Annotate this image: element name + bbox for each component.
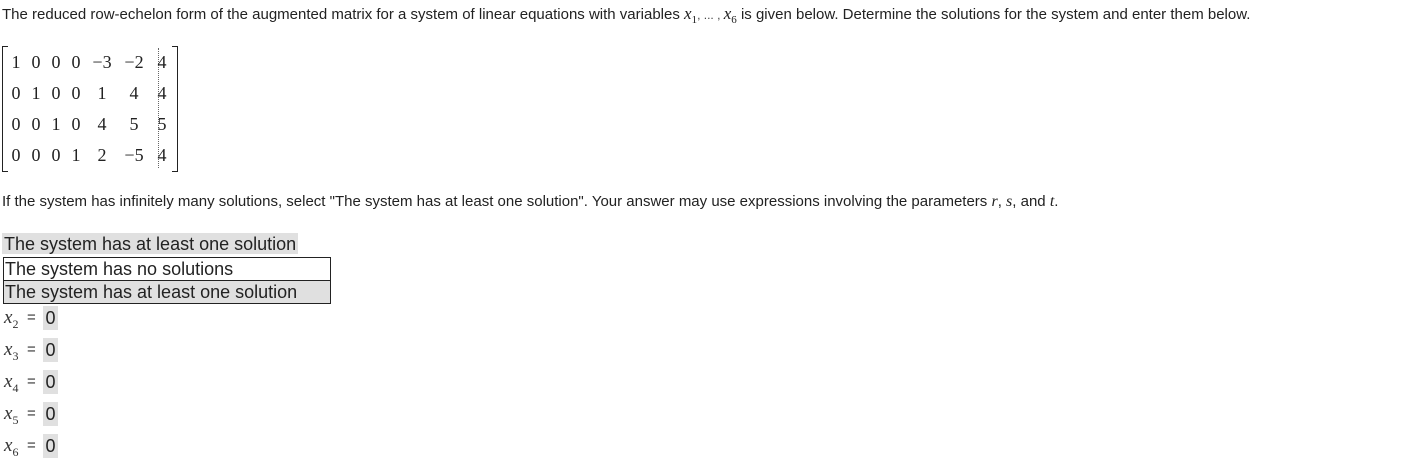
instructions: If the system has infinitely many soluti… (2, 193, 1058, 211)
variable-x1: x1 (684, 4, 698, 26)
matrix-cell: 4 (97, 114, 107, 134)
equals-sign: = (27, 341, 36, 358)
matrix-augmented-cell: 4 (157, 52, 167, 72)
matrix-augmented-cell: 4 (157, 145, 167, 165)
x2-input[interactable]: 0 (43, 306, 58, 330)
matrix-cell: 0 (51, 83, 61, 103)
matrix-cell: −5 (124, 145, 144, 165)
matrix-cell: 0 (11, 114, 21, 134)
matrix-cell: 0 (51, 145, 61, 165)
x6-input[interactable]: 0 (43, 434, 58, 458)
matrix-cell: 1 (51, 114, 61, 134)
augmented-matrix: 1 0 0 0 −3 −2 4 0 1 0 0 1 4 4 0 0 1 0 4 5 5 0 0 0 1 2 −5 4 (2, 46, 180, 172)
matrix-row: 0 0 0 1 2 −5 4 (2, 141, 178, 172)
matrix-augmented-cell: 4 (157, 83, 167, 103)
solution-type-select[interactable]: The system has at least one solution (2, 233, 299, 254)
matrix-cell: 0 (11, 83, 21, 103)
matrix-augmented-cell: 5 (157, 114, 167, 134)
prompt-text-start: The reduced row-echelon form of the augm… (2, 6, 685, 23)
question-prompt: The reduced row-echelon form of the augm… (2, 4, 1251, 26)
prompt-text-end: is given below. Determine the solutions … (736, 6, 1251, 23)
variable-label: x5 (4, 403, 19, 427)
equals-sign: = (27, 405, 36, 422)
prompt-ellipsis: , ... , (697, 8, 724, 22)
equals-sign: = (27, 437, 36, 454)
equals-sign: = (27, 373, 36, 390)
matrix-cell: 1 (97, 83, 107, 103)
matrix-row: 1 0 0 0 −3 −2 4 (2, 48, 178, 79)
x5-input[interactable]: 0 (43, 402, 58, 426)
variable-label: x2 (4, 307, 19, 331)
matrix-cell: 0 (71, 114, 81, 134)
matrix-cell: 2 (97, 145, 107, 165)
x4-input[interactable]: 0 (43, 370, 58, 394)
matrix-cell: 1 (31, 83, 41, 103)
instructions-text: If the system has infinitely many soluti… (2, 193, 992, 210)
matrix-cell: 0 (31, 145, 41, 165)
option-no-solutions[interactable]: The system has no solutions (4, 258, 330, 280)
matrix-cell: 0 (31, 114, 41, 134)
equals-sign: = (27, 309, 36, 326)
matrix-cell: 0 (11, 145, 21, 165)
matrix-cell: 1 (71, 145, 81, 165)
matrix-cell: 0 (71, 52, 81, 72)
matrix-row: 0010455 (2, 110, 178, 141)
matrix-cell: −3 (92, 52, 112, 72)
matrix-cell: 1 (11, 52, 21, 72)
matrix-cell: 0 (71, 83, 81, 103)
x3-input[interactable]: 0 (43, 338, 58, 362)
matrix-cell: 5 (129, 114, 139, 134)
variable-label: x3 (4, 339, 19, 363)
variable-label: x4 (4, 371, 19, 395)
option-at-least-one-solution[interactable]: The system has at least one solution (4, 280, 330, 303)
matrix-cell: 0 (31, 52, 41, 72)
variable-label: x6 (4, 435, 19, 459)
matrix-cell: −2 (124, 52, 144, 72)
instructions-end: . (1054, 193, 1059, 210)
instructions-sep-1: , (997, 193, 1007, 210)
instructions-sep-2: , and (1012, 193, 1050, 210)
matrix-cell: 4 (129, 83, 139, 103)
matrix-cell: 0 (51, 52, 61, 72)
variable-x6: x6 (723, 4, 737, 26)
solution-type-dropdown: The system has no solutions The system h… (3, 257, 331, 304)
matrix-row: 0100144 (2, 79, 178, 110)
